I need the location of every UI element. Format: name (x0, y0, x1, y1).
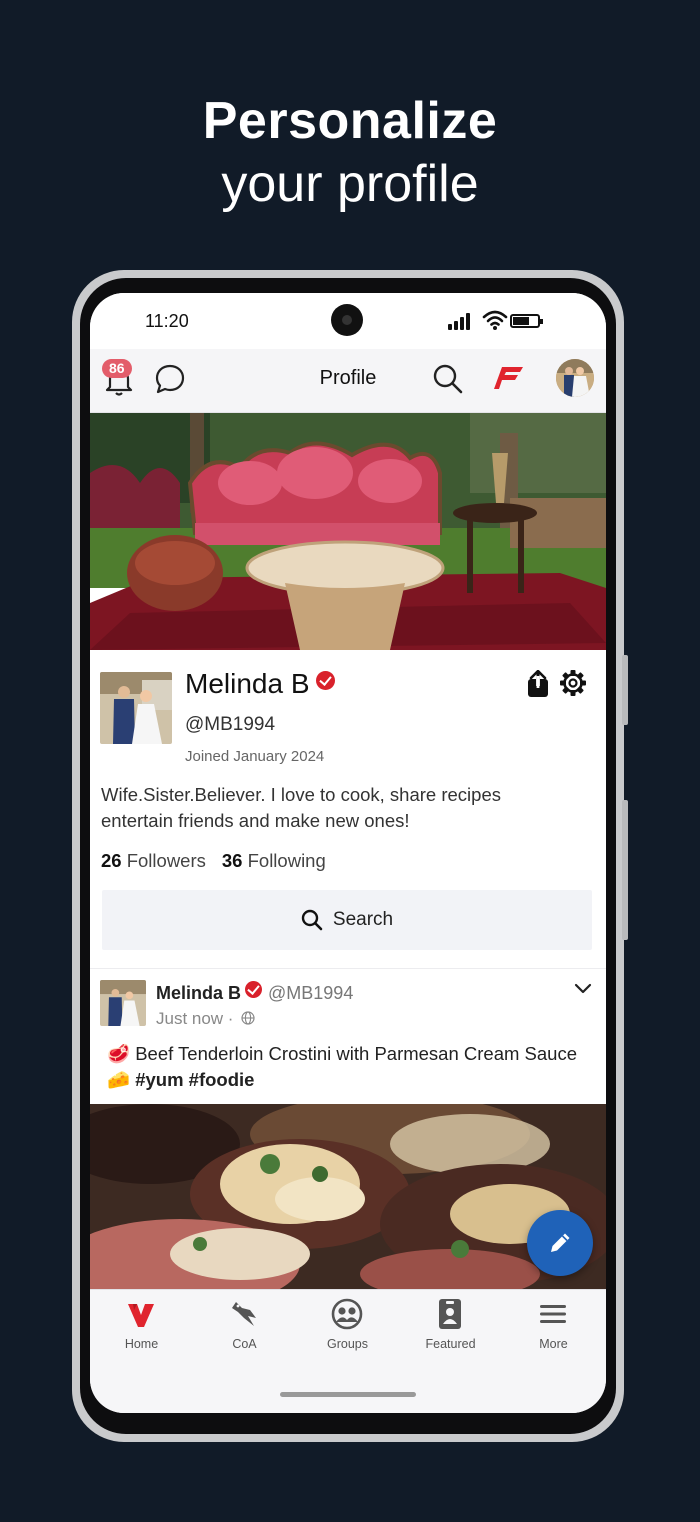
profile-name: Melinda B (185, 668, 335, 700)
profile-search-label: Search (332, 909, 394, 930)
profile-bio: Wife.Sister.Believer. I love to cook, sh… (101, 784, 501, 831)
post-timestamp: Just now · (156, 1009, 255, 1029)
tab-label: More (539, 1337, 568, 1351)
headline-line-1: Personalize (202, 92, 498, 150)
phone-screen: 11:20 86 Profile Melinda B @MB1994 Joine… (90, 293, 606, 1413)
profile-card: Melinda B @MB1994 Joined January 2024 Wi… (90, 650, 606, 968)
post-author[interactable]: Melinda B @MB1994 (156, 981, 353, 1004)
home-logo-icon (128, 1304, 154, 1327)
cheese-emoji: 🧀 (107, 1069, 131, 1090)
globe-icon (241, 1011, 255, 1025)
post-hashtags[interactable]: #yum #foodie (135, 1069, 254, 1090)
meat-emoji: 🥩 (107, 1043, 131, 1064)
verified-badge-icon (315, 671, 335, 690)
following-link[interactable]: 36 Following (222, 850, 326, 871)
headline-line-2: your profile (221, 155, 479, 213)
battery-icon (510, 314, 543, 328)
featured-badge-icon (439, 1299, 461, 1329)
status-time: 11:20 (145, 311, 189, 331)
power-button (622, 800, 628, 940)
tab-coa[interactable]: CoA (193, 1290, 296, 1360)
follow-stats: 26 Followers 36 Following (101, 850, 326, 872)
post-author-avatar[interactable] (100, 980, 146, 1026)
volume-button (622, 655, 628, 725)
groups-icon (331, 1298, 363, 1330)
home-indicator[interactable] (280, 1392, 416, 1397)
profile-avatar[interactable] (100, 672, 172, 744)
profile-joined-date: Joined January 2024 (185, 748, 325, 765)
status-bar: 11:20 (90, 293, 606, 349)
profile-handle: @MB1994 (185, 714, 276, 735)
tab-label: CoA (232, 1337, 257, 1351)
cover-photo[interactable] (90, 413, 606, 650)
post-card: Melinda B @MB1994 Just now · 🥩 Beef Tende… (90, 968, 606, 1104)
post-author-name: Melinda B (156, 983, 242, 1003)
verified-badge-icon (245, 981, 263, 998)
eagle-icon (232, 1302, 256, 1326)
post-time-text: Just now · (156, 1009, 234, 1028)
following-label: Following (247, 850, 326, 871)
brand-logo-icon[interactable] (494, 365, 524, 391)
tab-featured[interactable]: Featured (399, 1290, 502, 1360)
chevron-down-icon[interactable] (574, 983, 592, 995)
wifi-icon (482, 310, 508, 330)
search-icon (301, 909, 323, 931)
compose-post-button[interactable] (527, 1210, 593, 1276)
post-author-handle: @MB1994 (268, 983, 354, 1003)
search-icon[interactable] (432, 362, 464, 396)
followers-label: Followers (126, 850, 206, 871)
post-text-body: Beef Tenderloin Crostini with Parmesan C… (135, 1043, 578, 1064)
tab-label: Featured (425, 1337, 476, 1351)
menu-icon (540, 1305, 566, 1323)
top-nav: 86 Profile (90, 349, 606, 413)
pencil-icon (551, 1233, 570, 1252)
tab-label: Home (124, 1337, 159, 1351)
share-icon[interactable] (527, 670, 549, 698)
profile-name-text: Melinda B (185, 668, 310, 699)
gear-icon[interactable] (559, 669, 587, 697)
user-avatar[interactable] (556, 359, 594, 397)
promo-headline: Personalize your profile (0, 88, 700, 214)
tab-label: Groups (327, 1337, 368, 1351)
tab-more[interactable]: More (502, 1290, 605, 1360)
signal-icon (448, 312, 476, 330)
front-camera (331, 304, 363, 336)
post-image[interactable] (90, 1104, 606, 1289)
tab-home[interactable]: Home (90, 1290, 193, 1360)
following-count: 36 (221, 850, 243, 871)
tab-groups[interactable]: Groups (296, 1290, 399, 1360)
post-text: 🥩 Beef Tenderloin Crostini with Parmesan… (107, 1041, 587, 1093)
bottom-nav: Home CoA Groups Featured More (90, 1289, 606, 1413)
followers-link[interactable]: 26 Followers (101, 850, 206, 871)
page-title: Profile (319, 367, 377, 389)
followers-count: 26 (101, 850, 122, 871)
profile-search-button[interactable]: Search (102, 890, 592, 950)
